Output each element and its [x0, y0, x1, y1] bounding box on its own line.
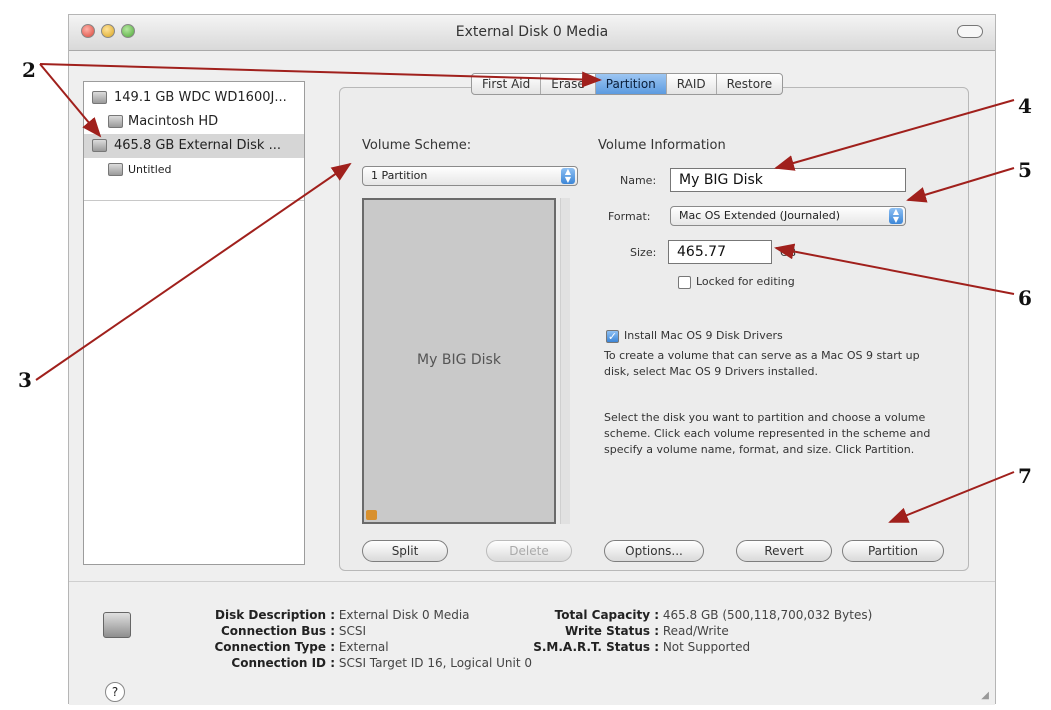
volume-scheme-popup[interactable]: 1 Partition ▲ ▼	[362, 166, 578, 186]
delete-button[interactable]: Delete	[486, 540, 572, 562]
resize-grip-icon[interactable]: ◢	[981, 690, 989, 701]
sidebar-divider	[84, 200, 304, 201]
disk-description-row: Disk Description : External Disk 0 Media	[159, 608, 470, 622]
volume-icon	[108, 115, 123, 128]
sidebar-item-internal-disk[interactable]: 149.1 GB WDC WD1600J...	[84, 86, 304, 110]
chevron-updown-icon: ▲ ▼	[889, 208, 903, 224]
info-key: Total Capacity :	[554, 608, 659, 622]
partition-instructions: Select the disk you want to partition an…	[604, 411, 931, 456]
tab-erase[interactable]: Erase	[541, 74, 596, 94]
info-key: Connection Bus :	[220, 624, 335, 638]
partition-button[interactable]: Partition	[842, 540, 944, 562]
info-key: Connection Type :	[214, 640, 336, 654]
info-value: External Disk 0 Media	[338, 608, 470, 622]
volume-icon	[108, 163, 123, 176]
chevron-updown-icon: ▲ ▼	[561, 168, 575, 184]
hard-disk-icon	[92, 139, 107, 152]
size-unit-label: GB	[780, 246, 797, 259]
format-popup[interactable]: Mac OS Extended (Journaled) ▲ ▼	[670, 206, 906, 226]
callout-label-3: 3	[18, 368, 32, 392]
volume-scheme-value: 1 Partition	[371, 169, 428, 182]
install-drivers-checkbox[interactable]: ✓	[606, 330, 619, 343]
sidebar-item-label: 149.1 GB WDC WD1600J...	[114, 90, 287, 105]
callout-label-5: 5	[1018, 158, 1032, 182]
partition-panel: Volume Scheme: 1 Partition ▲ ▼ My BIG Dis…	[339, 87, 969, 571]
tab-partition[interactable]: Partition	[595, 74, 667, 94]
write-status-row: Write Status : Read/Write	[509, 624, 729, 638]
info-value: SCSI Target ID 16, Logical Unit 0	[338, 656, 532, 670]
sidebar-item-label: Untitled	[128, 163, 172, 176]
disk-list[interactable]: 149.1 GB WDC WD1600J... Macintosh HD 465…	[83, 81, 305, 565]
tab-bar: First Aid Erase Partition RAID Restore	[471, 73, 784, 95]
sidebar-item-label: Macintosh HD	[128, 114, 219, 129]
split-button[interactable]: Split	[362, 540, 448, 562]
disk-info-bar: ? Disk Description : External Disk 0 Med…	[69, 581, 995, 705]
install-drivers-label: Install Mac OS 9 Disk Drivers	[624, 329, 783, 342]
callout-label-4: 4	[1018, 94, 1032, 118]
install-drivers-help: To create a volume that can serve as a M…	[604, 349, 920, 378]
callout-label-7: 7	[1018, 464, 1032, 488]
volume-information-heading: Volume Information	[598, 138, 726, 153]
format-label: Format:	[608, 210, 651, 223]
size-label: Size:	[630, 246, 657, 259]
tab-restore[interactable]: Restore	[717, 74, 783, 94]
name-label: Name:	[620, 174, 657, 187]
callout-label-2: 2	[22, 58, 36, 82]
title-bar[interactable]: External Disk 0 Media	[69, 15, 995, 51]
info-key: S.M.A.R.T. Status :	[533, 640, 659, 654]
volume-size-field[interactable]: 465.77	[668, 240, 772, 264]
smart-status-row: S.M.A.R.T. Status : Not Supported	[509, 640, 750, 654]
connection-bus-row: Connection Bus : SCSI	[159, 624, 366, 638]
revert-button[interactable]: Revert	[736, 540, 832, 562]
options-button[interactable]: Options...	[604, 540, 704, 562]
info-key: Write Status :	[565, 624, 659, 638]
tab-raid[interactable]: RAID	[667, 74, 717, 94]
sidebar-item-macintosh-hd[interactable]: Macintosh HD	[84, 110, 304, 134]
info-value: 465.8 GB (500,118,700,032 Bytes)	[662, 608, 873, 622]
volume-scheme-label: Volume Scheme:	[362, 138, 472, 153]
scheme-scrollbar[interactable]	[560, 198, 570, 524]
info-value: Not Supported	[662, 640, 751, 654]
lock-icon	[366, 510, 377, 520]
disk-utility-window: External Disk 0 Media 149.1 GB WDC WD160…	[68, 14, 996, 705]
hard-disk-icon	[103, 612, 131, 638]
sidebar-item-external-disk[interactable]: 465.8 GB External Disk ...	[84, 134, 304, 158]
sidebar-item-untitled[interactable]: Untitled	[84, 158, 304, 182]
volume-scheme-map[interactable]: My BIG Disk	[362, 198, 556, 524]
tab-first-aid[interactable]: First Aid	[472, 74, 542, 94]
info-value: Read/Write	[662, 624, 729, 638]
info-key: Disk Description :	[215, 608, 335, 622]
callout-label-6: 6	[1018, 286, 1032, 310]
volume-name-field[interactable]: My BIG Disk	[670, 168, 906, 192]
help-icon[interactable]: ?	[105, 682, 125, 702]
info-value: SCSI	[338, 624, 366, 638]
window-title: External Disk 0 Media	[455, 24, 609, 40]
connection-id-row: Connection ID : SCSI Target ID 16, Logic…	[159, 656, 532, 670]
connection-type-row: Connection Type : External	[159, 640, 389, 654]
format-value: Mac OS Extended (Journaled)	[679, 209, 841, 222]
locked-for-editing-label: Locked for editing	[696, 275, 795, 288]
info-value: External	[338, 640, 389, 654]
hard-disk-icon	[92, 91, 107, 104]
scheme-volume-label: My BIG Disk	[417, 352, 501, 368]
total-capacity-row: Total Capacity : 465.8 GB (500,118,700,0…	[509, 608, 873, 622]
sidebar-item-label: 465.8 GB External Disk ...	[114, 138, 281, 153]
info-key: Connection ID :	[231, 656, 335, 670]
toolbar-toggle-icon[interactable]	[957, 25, 983, 38]
locked-for-editing-checkbox[interactable]	[678, 276, 691, 289]
